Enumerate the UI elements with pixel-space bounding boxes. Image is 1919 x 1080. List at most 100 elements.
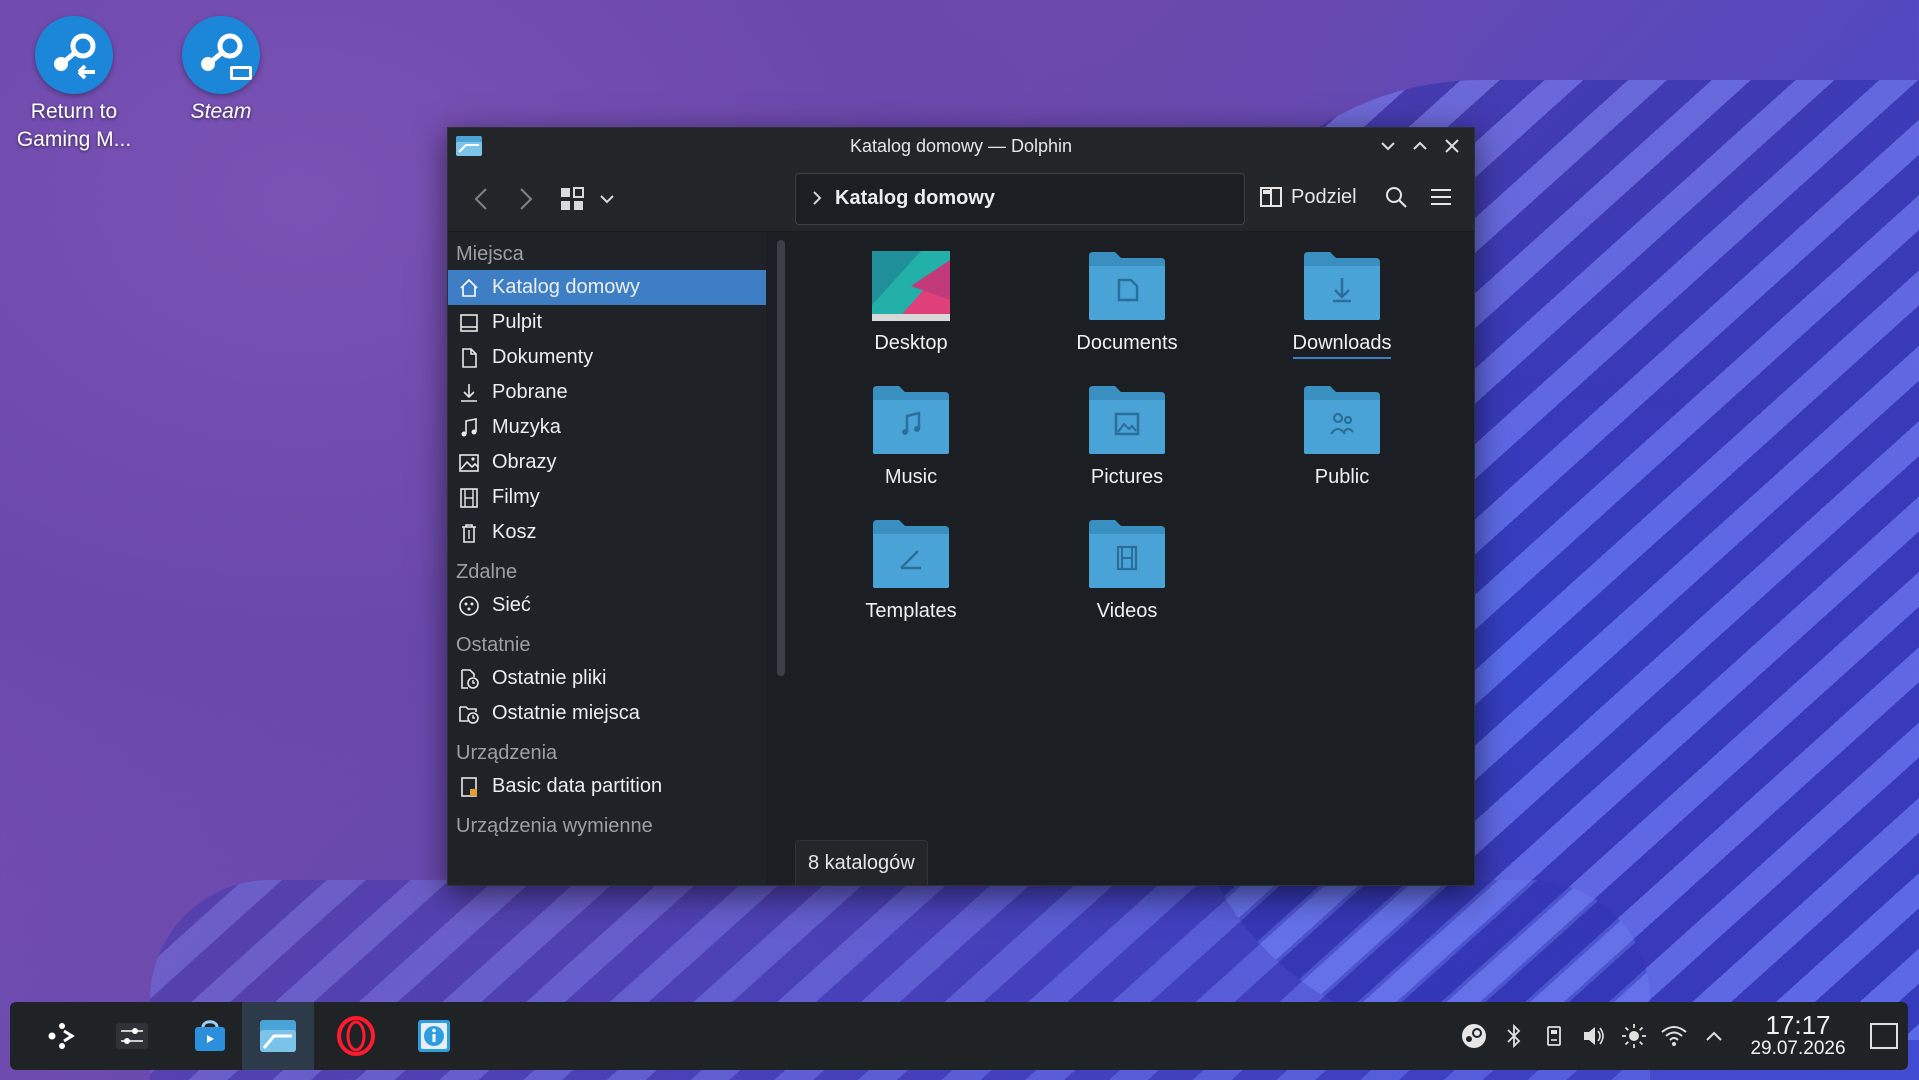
breadcrumb-current[interactable]: Katalog domowy [835,187,995,210]
tray-removable-devices[interactable] [1534,1002,1574,1070]
sidebar-item-desktop[interactable]: Pulpit [448,305,766,340]
sidebar-item-network[interactable]: Sieć [448,588,766,623]
steam-return-icon [35,16,113,94]
settings-sliders-icon [116,1023,148,1049]
sidebar-item-basic-data-partition[interactable]: Basic data partition [448,769,766,804]
tray-bluetooth[interactable] [1494,1002,1534,1070]
sidebar-scrollbar[interactable] [777,240,785,676]
folder-label: Music [884,466,938,488]
folder-thumbnail [1087,250,1167,322]
folder-thumbnail [1302,250,1382,322]
folder-thumbnail [1087,518,1167,590]
taskbar-dolphin[interactable] [242,1002,314,1070]
sidebar-item-trash[interactable]: Kosz [448,515,766,550]
search-icon [1386,187,1407,208]
folder-label: Desktop [874,332,948,354]
arrow-left-icon [474,188,487,210]
folder-tile-documents[interactable]: Documents [1032,250,1222,355]
sidebar-item-downloads[interactable]: Pobrane [448,375,766,410]
steam-tray-icon [1462,1024,1486,1048]
wifi-icon [1661,1026,1687,1046]
folder-tile-templates[interactable]: Templates [816,518,1006,623]
sidebar-item-label: Kosz [492,521,537,543]
desktop-icon [458,312,480,334]
folder-label: Downloads [1292,332,1392,359]
folder-tile-pictures[interactable]: Pictures [1032,384,1222,489]
arrow-right-icon [520,188,533,210]
folder-tile-downloads[interactable]: Downloads [1247,250,1437,359]
close-button[interactable] [1440,134,1464,158]
taskbar-info-center[interactable] [398,1002,470,1070]
search-button[interactable] [1383,184,1409,215]
folder-icon [873,520,949,588]
folder-thumbnail [871,250,951,322]
section-places: Miejsca [456,243,524,265]
folder-tile-desktop[interactable]: Desktop [816,250,1006,355]
dolphin-window[interactable]: Katalog domowy — Dolphin Katalog domowy [447,127,1475,886]
desktop-icon-label: Steam [190,100,252,123]
download-icon [458,382,480,404]
application-launcher[interactable] [24,1002,96,1070]
folder-tile-public[interactable]: Public [1247,384,1437,489]
tray-volume[interactable] [1574,1002,1614,1070]
sidebar-item-recent-files[interactable]: Ostatnie pliki [448,661,766,696]
desktop-folder-icon [872,251,950,321]
forward-button[interactable] [511,185,539,213]
show-desktop-icon [1870,1023,1898,1049]
window-title: Katalog domowy — Dolphin [849,136,1073,156]
maximize-button[interactable] [1408,134,1432,158]
view-mode-dropdown[interactable] [593,185,621,213]
breadcrumb[interactable]: Katalog domowy [795,173,1245,225]
taskbar: 17:17 29.07.2026 [10,1002,1908,1070]
taskbar-opera[interactable] [320,1002,392,1070]
hamburger-icon [1431,189,1451,205]
folder-tile-music[interactable]: Music [816,384,1006,489]
desktop-icon-steam[interactable]: Steam [156,0,286,126]
folder-icon [1304,386,1380,454]
title-bar[interactable]: Katalog domowy — Dolphin [448,128,1474,164]
folder-tile-videos[interactable]: Videos [1032,518,1222,623]
sidebar-item-pictures[interactable]: Obrazy [448,445,766,480]
taskbar-discover[interactable] [174,1002,246,1070]
sidebar-item-label: Filmy [492,486,540,508]
sidebar-item-recent-places[interactable]: Ostatnie miejsca [448,696,766,731]
folder-label: Pictures [1090,466,1164,488]
sidebar-item-label: Pobrane [492,381,568,403]
hamburger-menu-button[interactable] [1428,184,1454,215]
sidebar-item-label: Dokumenty [492,346,594,368]
folder-label: Templates [865,600,957,622]
chevron-up-icon [1706,1031,1722,1041]
tray-brightness[interactable] [1614,1002,1654,1070]
store-bag-icon [195,1020,225,1051]
minimize-button[interactable] [1376,134,1400,158]
usb-drive-icon [1547,1026,1561,1046]
sidebar-item-label: Basic data partition [492,775,663,797]
split-button[interactable]: Podziel [1259,178,1357,216]
sidebar-item-home[interactable]: Katalog domowy [448,270,766,305]
show-desktop-button[interactable] [1864,1002,1904,1070]
desktop-icon-return-to-gaming[interactable]: Return to Gaming M... [9,0,139,154]
folder-thumbnail [1087,384,1167,456]
digital-clock[interactable]: 17:17 29.07.2026 [1738,1012,1858,1060]
chevron-down-icon [600,195,614,204]
sidebar-item-documents[interactable]: Dokumenty [448,340,766,375]
section-remote: Zdalne [456,561,518,583]
tray-wifi[interactable] [1654,1002,1694,1070]
folder-thumbnail [871,384,951,456]
home-icon [458,277,480,299]
folder-icon [1304,252,1380,320]
taskbar-system-settings[interactable] [96,1002,168,1070]
view-mode-button[interactable] [558,185,586,213]
file-view[interactable]: Desktop Documents Downloads Music Pictures Pu… [795,232,1474,885]
back-button[interactable] [468,185,496,213]
sidebar-item-music[interactable]: Muzyka [448,410,766,445]
steamos-launcher-icon [48,1023,75,1049]
network-icon [458,595,480,617]
sidebar-item-videos[interactable]: Filmy [448,480,766,515]
close-icon [1445,139,1459,153]
chevron-right-icon [810,187,824,214]
opera-browser-icon [337,1016,375,1056]
speaker-icon [1584,1027,1604,1045]
tray-steam[interactable] [1454,1002,1494,1070]
tray-expand[interactable] [1694,1002,1734,1070]
